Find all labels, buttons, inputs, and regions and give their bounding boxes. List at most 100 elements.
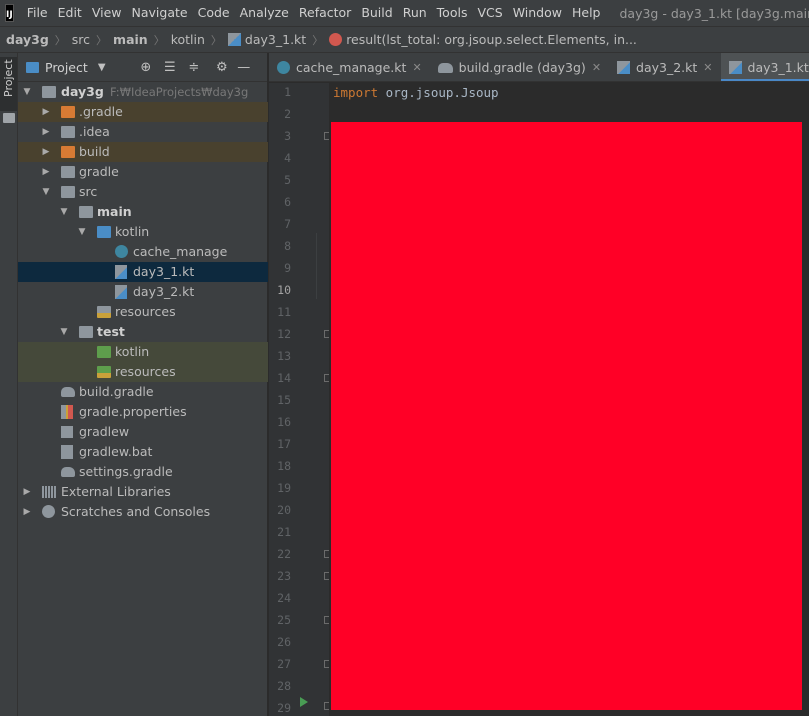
chevron-right-icon[interactable]: ▶ xyxy=(22,482,32,502)
tree-item-label: Scratches and Consoles xyxy=(61,504,211,519)
line-number: 15 xyxy=(277,393,291,407)
tab-day3-1[interactable]: day3_1.kt ✕ xyxy=(720,53,809,81)
chevron-down-icon[interactable]: ▼ xyxy=(94,62,110,73)
breadcrumb-kotlin[interactable]: kotlin xyxy=(171,32,205,47)
tree-item-kotlin[interactable]: ▼ kotlin xyxy=(18,222,268,242)
tree-item-gradlew[interactable]: gradlew xyxy=(18,422,268,442)
project-view-selector[interactable]: Project xyxy=(45,60,88,75)
tab-label: day3_1.kt xyxy=(747,60,809,75)
tree-item-label: cache_manage xyxy=(133,244,228,259)
tab-day3-2[interactable]: day3_2.kt ✕ xyxy=(609,53,720,81)
tree-item-test-resources[interactable]: resources xyxy=(18,362,268,382)
line-number: 9 xyxy=(284,261,291,275)
tree-item-test-kotlin[interactable]: kotlin xyxy=(18,342,268,362)
folder-icon xyxy=(79,206,93,218)
menu-edit[interactable]: Edit xyxy=(53,0,87,26)
line-number: 16 xyxy=(277,415,291,429)
menu-analyze[interactable]: Analyze xyxy=(235,0,294,26)
chevron-right-icon[interactable]: ▶ xyxy=(41,122,51,142)
collapse-all-icon[interactable]: ≑ xyxy=(186,60,202,75)
menu-view[interactable]: View xyxy=(87,0,127,26)
tree-item-test[interactable]: ▼ test xyxy=(18,322,268,342)
code-line: import org.jsoup.Jsoup xyxy=(333,85,499,100)
gradle-icon xyxy=(437,62,453,73)
chevron-down-icon[interactable]: ▼ xyxy=(22,82,32,102)
tree-item-gradle-dir[interactable]: ▶ .gradle xyxy=(18,102,268,122)
indent-guide xyxy=(316,233,317,299)
menu-file[interactable]: File xyxy=(22,0,53,26)
project-panel-header: Project ▼ ⊕ ☰ ≑ ⚙ — xyxy=(18,53,267,82)
breadcrumb-main[interactable]: main xyxy=(113,32,148,47)
chevron-right-icon[interactable]: ▶ xyxy=(41,142,51,162)
breadcrumb-function[interactable]: result(lst_total: org.jsoup.select.Eleme… xyxy=(346,32,637,47)
line-number: 25 xyxy=(277,613,291,627)
gear-icon[interactable]: ⚙ xyxy=(214,60,230,75)
menu-refactor[interactable]: Refactor xyxy=(294,0,356,26)
tree-item-label: main xyxy=(97,204,132,219)
test-source-folder-icon xyxy=(97,346,111,358)
menu-navigate[interactable]: Navigate xyxy=(127,0,193,26)
chevron-right-icon[interactable]: ▶ xyxy=(41,102,51,122)
tree-item-scratches[interactable]: ▶ Scratches and Consoles xyxy=(18,502,268,522)
tree-item-gradlew-bat[interactable]: gradlew.bat xyxy=(18,442,268,462)
minimize-icon[interactable]: — xyxy=(236,60,252,75)
menu-code[interactable]: Code xyxy=(193,0,235,26)
close-icon[interactable]: ✕ xyxy=(592,61,601,74)
locate-icon[interactable]: ⊕ xyxy=(138,60,154,75)
menu-build[interactable]: Build xyxy=(356,0,397,26)
tab-cache-manage[interactable]: cache_manage.kt ✕ xyxy=(269,53,430,81)
tree-item-day3g[interactable]: ▼ day3g F:₩IdeaProjects₩day3g xyxy=(18,82,268,102)
chevron-down-icon[interactable]: ▼ xyxy=(77,222,87,242)
menu-window[interactable]: Window xyxy=(508,0,567,26)
tree-item-day3-1[interactable]: day3_1.kt xyxy=(18,262,268,282)
editor-tab-bar: cache_manage.kt ✕ build.gradle (day3g) ✕… xyxy=(269,53,809,82)
gradle-icon xyxy=(61,467,75,477)
tree-item-gradle-properties[interactable]: gradle.properties xyxy=(18,402,268,422)
tree-item-resources[interactable]: resources xyxy=(18,302,268,322)
line-number: 20 xyxy=(277,503,291,517)
menu-vcs[interactable]: VCS xyxy=(472,0,507,26)
folder-icon xyxy=(61,126,75,138)
tree-item-label: External Libraries xyxy=(61,484,171,499)
chevron-down-icon[interactable]: ▼ xyxy=(59,322,69,342)
breadcrumb-file[interactable]: day3_1.kt xyxy=(245,32,306,47)
project-tool-button[interactable]: Project xyxy=(0,57,17,111)
editor-gutter[interactable]: 1 2 3 4 5 6 7 8 9 10 11 12 13 14 15 16 17 18 19 20 21 22 23 24 2… xyxy=(269,83,332,716)
project-panel: Project ▼ ⊕ ☰ ≑ ⚙ — ▼ day3g F:₩IdeaProje… xyxy=(18,53,268,716)
tree-item-src[interactable]: ▼ src xyxy=(18,182,268,202)
line-number: 4 xyxy=(284,151,291,165)
chevron-down-icon[interactable]: ▼ xyxy=(59,202,69,222)
menu-run[interactable]: Run xyxy=(398,0,432,26)
tree-item-build-gradle[interactable]: build.gradle xyxy=(18,382,268,402)
library-icon xyxy=(42,486,56,498)
breadcrumb-project[interactable]: day3g xyxy=(6,32,49,47)
folder-icon xyxy=(79,326,93,338)
tree-item-external-libraries[interactable]: ▶ External Libraries xyxy=(18,482,268,502)
close-icon[interactable]: ✕ xyxy=(703,61,712,74)
chevron-down-icon[interactable]: ▼ xyxy=(41,182,51,202)
chevron-right-icon: 〉 xyxy=(96,33,108,47)
tree-item-settings-gradle[interactable]: settings.gradle xyxy=(18,462,268,482)
tree-item-main[interactable]: ▼ main xyxy=(18,202,268,222)
tree-item-gradle[interactable]: ▶ gradle xyxy=(18,162,268,182)
close-icon[interactable]: ✕ xyxy=(412,61,421,74)
tree-item-idea[interactable]: ▶ .idea xyxy=(18,122,268,142)
tree-item-build[interactable]: ▶ build xyxy=(18,142,268,162)
tab-build-gradle[interactable]: build.gradle (day3g) ✕ xyxy=(430,53,609,81)
code-keyword: import xyxy=(333,85,379,100)
tree-item-label: build xyxy=(79,144,110,159)
chevron-right-icon[interactable]: ▶ xyxy=(22,502,32,522)
run-gutter-icon[interactable] xyxy=(300,697,308,707)
breadcrumb-src[interactable]: src xyxy=(72,32,90,47)
expand-all-icon[interactable]: ☰ xyxy=(162,60,178,75)
tree-item-label: build.gradle xyxy=(79,384,154,399)
menu-help[interactable]: Help xyxy=(567,0,606,26)
line-number: 28 xyxy=(277,679,291,693)
tree-item-cache-manage[interactable]: cache_manage xyxy=(18,242,268,262)
folder-icon[interactable] xyxy=(3,113,15,123)
project-view-icon xyxy=(26,61,39,73)
menu-tools[interactable]: Tools xyxy=(432,0,473,26)
line-number: 22 xyxy=(277,547,291,561)
tree-item-day3-2[interactable]: day3_2.kt xyxy=(18,282,268,302)
chevron-right-icon[interactable]: ▶ xyxy=(41,162,51,182)
